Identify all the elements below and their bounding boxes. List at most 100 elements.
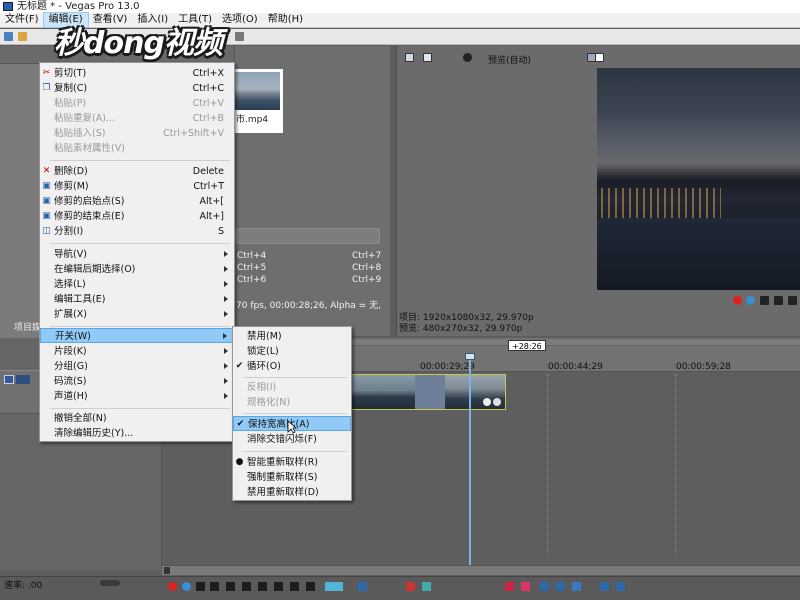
menu-item-copy[interactable]: ❐ 复制(C) Ctrl+C bbox=[40, 81, 234, 96]
city-lights bbox=[601, 188, 721, 218]
menu-item-cut[interactable]: ✂ 剪切(T) Ctrl+X bbox=[40, 66, 234, 81]
menu-separator bbox=[243, 413, 347, 414]
event-fx-icon[interactable] bbox=[493, 398, 501, 406]
region-icon[interactable] bbox=[521, 582, 530, 591]
menu-item-navigate[interactable]: 导航(V) bbox=[40, 247, 234, 262]
grid-line bbox=[547, 374, 548, 554]
menu-item-paste-attributes[interactable]: 粘贴素材属性(V) bbox=[40, 141, 234, 156]
menu-item-trim[interactable]: ▣ 修剪(M) Ctrl+T bbox=[40, 179, 234, 194]
submenu-arrow-icon bbox=[224, 363, 228, 369]
menu-item-select[interactable]: 选择(L) bbox=[40, 277, 234, 292]
scroll-left-icon[interactable] bbox=[164, 567, 170, 574]
menu-item-group[interactable]: 分组(G) bbox=[40, 359, 234, 374]
auto-ripple-icon[interactable] bbox=[556, 582, 565, 591]
transport-go-start-icon[interactable] bbox=[258, 582, 267, 591]
menu-item-paste-repeat[interactable]: 粘贴重复(A)... Ctrl+B bbox=[40, 111, 234, 126]
menu-file[interactable]: 文件(F) bbox=[0, 13, 44, 27]
auto-crossfade-icon[interactable] bbox=[600, 582, 609, 591]
envelope-tool-icon[interactable] bbox=[358, 582, 367, 591]
menu-item-undo-all[interactable]: 撤销全部(N) bbox=[40, 411, 234, 426]
play-icon[interactable] bbox=[774, 296, 783, 305]
open-folder-icon[interactable] bbox=[18, 32, 27, 41]
event-pan-crop-icon[interactable] bbox=[483, 398, 491, 406]
submenu-item-invert[interactable]: 反相(I) bbox=[233, 380, 351, 395]
transport-go-end-icon[interactable] bbox=[274, 582, 283, 591]
submenu-arrow-icon bbox=[223, 333, 227, 339]
submenu-item-force-resample[interactable]: 强制重新取样(S) bbox=[233, 470, 351, 485]
project-resolution: 项目: 1920x1080x32, 29.970p bbox=[399, 313, 534, 323]
menu-item-paste-insert[interactable]: 粘贴插入(S) Ctrl+Shift+V bbox=[40, 126, 234, 141]
menu-separator bbox=[50, 160, 230, 161]
shortcut-left-1: Ctrl+4 bbox=[237, 251, 267, 261]
timeline-scrollbar[interactable] bbox=[162, 565, 800, 575]
video-clip-event[interactable] bbox=[350, 374, 506, 410]
menu-item-clear-history[interactable]: 清除编辑历史(Y)... bbox=[40, 426, 234, 441]
menu-separator bbox=[50, 326, 230, 327]
ignore-grouping-icon[interactable] bbox=[616, 582, 625, 591]
media-search-input[interactable] bbox=[235, 228, 380, 244]
menu-item-trim-start[interactable]: ▣ 修剪的启始点(S) Alt+[ bbox=[40, 194, 234, 209]
menu-item-take[interactable]: 片段(K) bbox=[40, 344, 234, 359]
menu-separator bbox=[243, 451, 347, 452]
preview-settings-icon[interactable] bbox=[405, 53, 414, 62]
checkmark-icon: ✔ bbox=[236, 419, 245, 429]
normal-edit-tool-icon[interactable] bbox=[325, 582, 343, 591]
menu-item-stream[interactable]: 码流(S) bbox=[40, 374, 234, 389]
menu-item-paste[interactable]: 粘贴(P) Ctrl+V bbox=[40, 96, 234, 111]
pause-icon[interactable] bbox=[788, 296, 797, 305]
toolbar-misc-icon[interactable] bbox=[235, 32, 244, 41]
submenu-item-loop[interactable]: ✔ 循环(O) bbox=[233, 359, 351, 374]
preview-mode-icon[interactable] bbox=[463, 53, 472, 62]
menu-item-edit-tool[interactable]: 编辑工具(E) bbox=[40, 292, 234, 307]
title-bar: 无标题 * - Vegas Pro 13.0 bbox=[0, 0, 800, 13]
menu-item-split[interactable]: ◫ 分割(I) S bbox=[40, 224, 234, 239]
menu-item-trim-end[interactable]: ▣ 修剪的结束点(E) Alt+] bbox=[40, 209, 234, 224]
play-from-start-icon[interactable] bbox=[760, 296, 769, 305]
menu-item-channels[interactable]: 声道(H) bbox=[40, 389, 234, 404]
transport-prev-frame-icon[interactable] bbox=[290, 582, 299, 591]
menu-item-extend[interactable]: 扩展(X) bbox=[40, 307, 234, 322]
preview-quality-dropdown[interactable]: 预览(自动) bbox=[488, 53, 531, 66]
split-icon: ◫ bbox=[42, 226, 51, 236]
explorer-tab[interactable]: 项目媒 bbox=[14, 320, 41, 333]
ruler-tick-3: 00:00:59;28 bbox=[676, 362, 731, 372]
snapping-icon[interactable] bbox=[540, 582, 549, 591]
preview-transport bbox=[730, 293, 800, 307]
submenu-item-mute[interactable]: 禁用(M) bbox=[233, 329, 351, 344]
menu-item-delete[interactable]: ✕ 删除(D) Delete bbox=[40, 164, 234, 179]
menu-item-switches[interactable]: 开关(W) bbox=[40, 328, 234, 343]
transport-loop-icon[interactable] bbox=[182, 582, 191, 591]
menu-help[interactable]: 帮助(H) bbox=[263, 13, 308, 27]
marker-icon[interactable] bbox=[505, 582, 514, 591]
rate-slider[interactable] bbox=[100, 580, 120, 586]
scissors-icon: ✂ bbox=[42, 68, 51, 78]
submenu-item-normalize[interactable]: 规格化(N) bbox=[233, 395, 351, 410]
submenu-arrow-icon bbox=[224, 251, 228, 257]
lock-envelopes-icon[interactable] bbox=[572, 582, 581, 591]
submenu-item-reduce-flicker[interactable]: 消除交错闪烁(F) bbox=[233, 432, 351, 447]
transport-bar bbox=[0, 576, 800, 600]
clip-frame-2 bbox=[415, 375, 445, 409]
playhead-cursor[interactable] bbox=[469, 356, 471, 566]
snapshot-icon[interactable] bbox=[595, 53, 604, 62]
transport-next-frame-icon[interactable] bbox=[306, 582, 315, 591]
transport-record-icon[interactable] bbox=[168, 582, 177, 591]
delete-x-icon: ✕ bbox=[42, 166, 51, 176]
folder-tree[interactable] bbox=[0, 64, 44, 354]
cut-tool-icon[interactable] bbox=[406, 582, 415, 591]
menu-item-post-edit-select[interactable]: 在编辑后期选择(O) bbox=[40, 262, 234, 277]
submenu-item-smart-resample[interactable]: ● 智能重新取样(R) bbox=[233, 455, 351, 470]
record-icon[interactable] bbox=[733, 296, 742, 305]
transport-pause-icon[interactable] bbox=[226, 582, 235, 591]
submenu-item-lock[interactable]: 锁定(L) bbox=[233, 344, 351, 359]
playhead-handle[interactable] bbox=[465, 353, 475, 360]
transport-play-start-icon[interactable] bbox=[196, 582, 205, 591]
submenu-arrow-icon bbox=[224, 296, 228, 302]
submenu-item-disable-resample[interactable]: 禁用重新取样(D) bbox=[233, 485, 351, 500]
trim-tool-icon[interactable] bbox=[422, 582, 431, 591]
monitor-icon[interactable] bbox=[423, 53, 432, 62]
loop-icon[interactable] bbox=[746, 296, 755, 305]
transport-play-icon[interactable] bbox=[210, 582, 219, 591]
new-project-icon[interactable] bbox=[4, 32, 13, 41]
transport-stop-icon[interactable] bbox=[242, 582, 251, 591]
